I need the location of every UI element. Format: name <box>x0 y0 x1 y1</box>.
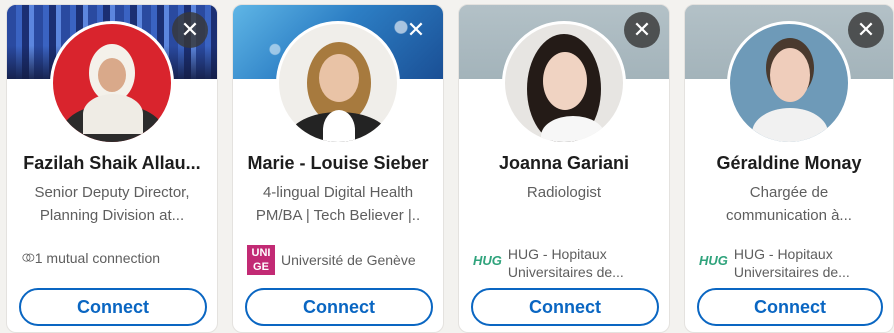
suggestion-card-4: ✕ Géraldine Monay Chargée de communicati… <box>684 4 894 333</box>
avatar[interactable] <box>50 21 174 145</box>
insight: HUG HUG - Hopitaux Universitaires de... <box>473 245 659 281</box>
close-icon: ✕ <box>406 17 426 42</box>
dismiss-button[interactable]: ✕ <box>172 12 208 48</box>
member-headline: Senior Deputy Director, Planning Divisio… <box>21 181 203 227</box>
insight-text: HUG - Hopitaux Universitaires de... <box>733 246 850 280</box>
insight-text: 1 mutual connection <box>34 249 161 266</box>
dismiss-button[interactable]: ✕ <box>848 12 884 48</box>
headline-line-1: Radiologist <box>526 184 602 201</box>
member-headline: Radiologist <box>473 181 655 204</box>
dismiss-button[interactable]: ✕ <box>624 12 660 48</box>
insight: HUG HUG - Hopitaux Universitaires de... <box>699 245 883 281</box>
member-name[interactable]: Marie - Louise Sieber <box>241 153 435 174</box>
avatar[interactable] <box>276 21 400 145</box>
headline-line-1: 4-lingual Digital Health <box>262 184 414 201</box>
suggestion-card-3: ✕ Joanna Gariani Radiologist HUG HUG - H… <box>458 4 670 333</box>
close-icon: ✕ <box>180 17 200 42</box>
close-icon: ✕ <box>856 17 876 42</box>
suggestion-card-1: ✕ Fazilah Shaik Allau... Senior Deputy D… <box>6 4 218 333</box>
headline-line-1: Chargée de <box>749 184 829 201</box>
close-icon: ✕ <box>632 17 652 42</box>
connect-button[interactable]: Connect <box>245 288 433 326</box>
headline-line-2: communication à... <box>726 207 852 224</box>
member-name[interactable]: Joanna Gariani <box>467 153 661 174</box>
avatar[interactable] <box>502 21 626 145</box>
connect-button[interactable]: Connect <box>697 288 883 326</box>
member-headline: Chargée de communication à... <box>699 181 879 227</box>
connect-button[interactable]: Connect <box>471 288 659 326</box>
member-name[interactable]: Géraldine Monay <box>693 153 885 174</box>
insight: UNI GE Université de Genève <box>247 245 433 275</box>
insight: ○○ 1 mutual connection <box>21 247 207 268</box>
headline-line-2: PM/BA | Tech Believer |.. <box>255 207 421 224</box>
insight-text: HUG - Hopitaux Universitaires de... <box>507 246 624 280</box>
avatar[interactable] <box>727 21 851 145</box>
suggestion-card-2: ✕ Marie - Louise Sieber 4-lingual Digita… <box>232 4 444 333</box>
hug-logo: HUG <box>699 253 728 268</box>
headline-line-1: Senior Deputy Director, <box>34 184 190 201</box>
member-headline: 4-lingual Digital Health PM/BA | Tech Be… <box>247 181 429 227</box>
mutual-connections-icon: ○○ <box>21 247 36 267</box>
insight-text: Université de Genève <box>281 252 416 268</box>
headline-line-2: Planning Division at... <box>39 207 185 224</box>
unige-logo: UNI GE <box>247 245 275 275</box>
dismiss-button[interactable]: ✕ <box>398 12 434 48</box>
member-name[interactable]: Fazilah Shaik Allau... <box>15 153 209 174</box>
hug-logo: HUG <box>473 253 502 268</box>
connect-button[interactable]: Connect <box>19 288 207 326</box>
